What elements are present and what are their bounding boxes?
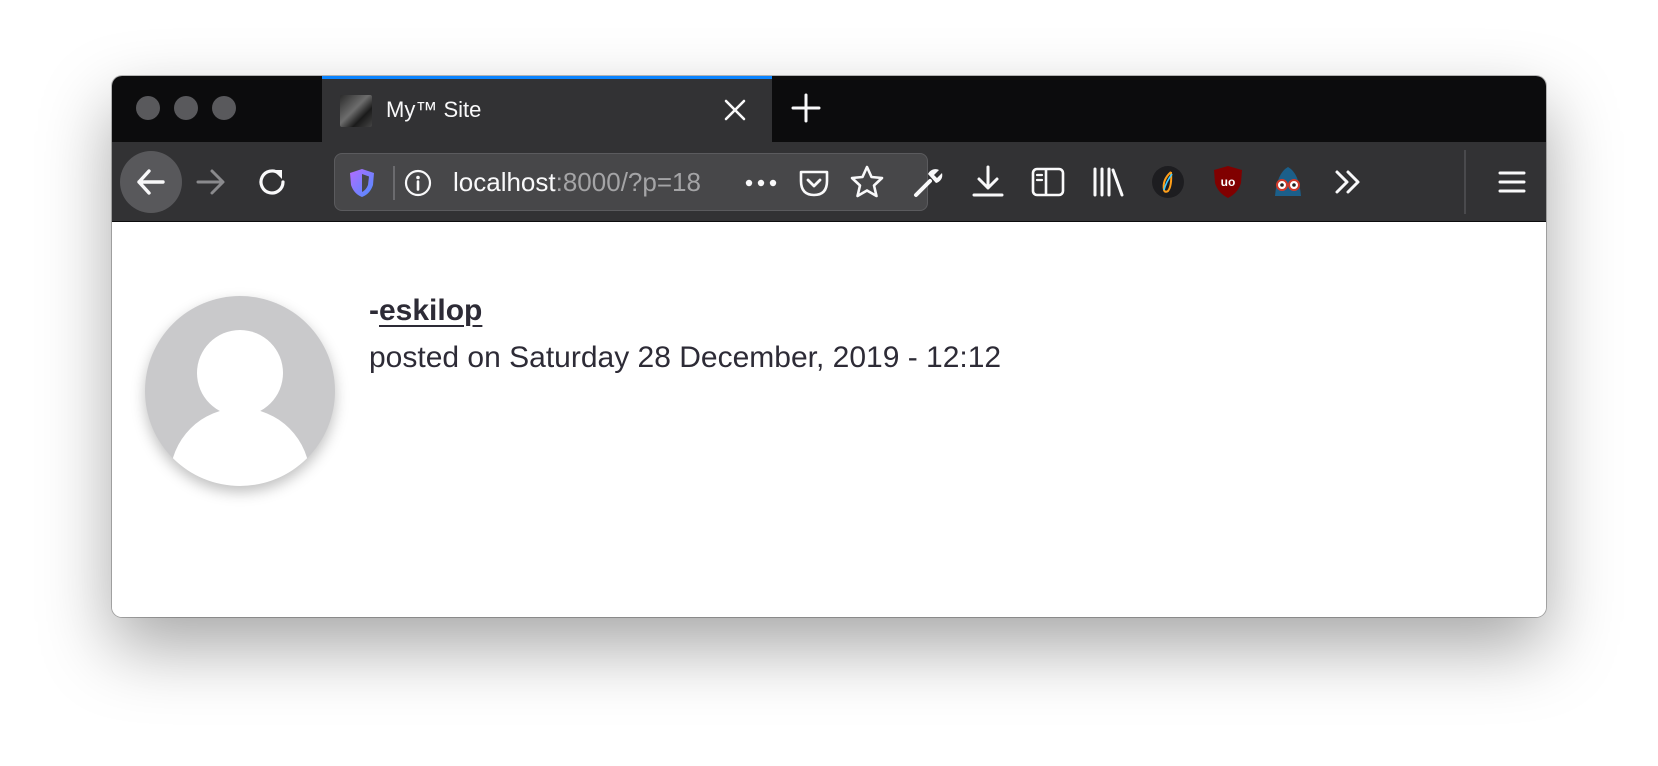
page-content: -eskilop posted on Saturday 28 December,… <box>112 222 1546 617</box>
svg-text:uo: uo <box>1221 175 1236 189</box>
ublock-icon[interactable]: uo <box>1210 164 1246 200</box>
browser-window: My™ Site localhost:8000/?p=18 uo -eskilo… <box>112 76 1546 617</box>
menu-icon[interactable] <box>1494 164 1530 200</box>
bookmark-star-icon[interactable] <box>849 164 885 200</box>
author-link[interactable]: eskilop <box>379 294 482 327</box>
privacy-extension-icon[interactable] <box>1270 164 1306 200</box>
sidebar-icon[interactable] <box>1030 164 1066 200</box>
pocket-icon[interactable] <box>797 166 831 200</box>
posted-date-value: Saturday 28 December, 2019 - 12:12 <box>509 341 1002 374</box>
author-prefix: - <box>369 294 379 327</box>
close-tab-icon[interactable] <box>722 97 748 123</box>
address-bar[interactable]: localhost:8000/?p=18 <box>334 153 928 211</box>
post-author: -eskilop <box>369 294 482 328</box>
close-window-button[interactable] <box>136 96 160 120</box>
toolbar-divider <box>1464 150 1466 214</box>
site-info-icon[interactable] <box>403 168 433 198</box>
extension-icon[interactable] <box>1150 164 1186 200</box>
avatar <box>145 296 335 486</box>
avatar-head-shape <box>197 330 283 416</box>
download-icon[interactable] <box>970 164 1006 200</box>
site-favicon-icon <box>340 95 372 127</box>
new-tab-icon[interactable] <box>788 90 824 126</box>
page-actions-icon[interactable] <box>743 168 779 198</box>
wrench-icon[interactable] <box>910 164 946 200</box>
tab-active[interactable]: My™ Site <box>322 76 772 142</box>
overflow-icon[interactable] <box>1330 164 1366 200</box>
post-date: posted on Saturday 28 December, 2019 - 1… <box>369 341 1001 375</box>
address-bar-divider <box>393 166 395 200</box>
navigation-toolbar: localhost:8000/?p=18 uo <box>112 142 1546 222</box>
tab-title: My™ Site <box>386 97 482 122</box>
tab-strip: My™ Site <box>112 76 1546 142</box>
zoom-window-button[interactable] <box>212 96 236 120</box>
tracking-shield-icon[interactable] <box>347 167 377 199</box>
avatar-body-shape <box>170 408 310 486</box>
back-arrow-icon <box>137 169 165 195</box>
forward-arrow-icon[interactable] <box>194 164 230 200</box>
library-icon[interactable] <box>1090 164 1126 200</box>
posted-prefix: posted on <box>369 341 501 374</box>
back-button[interactable] <box>120 151 182 213</box>
url-path: :8000/?p=18 <box>555 167 701 197</box>
minimize-window-button[interactable] <box>174 96 198 120</box>
url-text[interactable]: localhost:8000/?p=18 <box>453 167 701 198</box>
reload-icon[interactable] <box>254 164 290 200</box>
url-host: localhost <box>453 167 556 197</box>
